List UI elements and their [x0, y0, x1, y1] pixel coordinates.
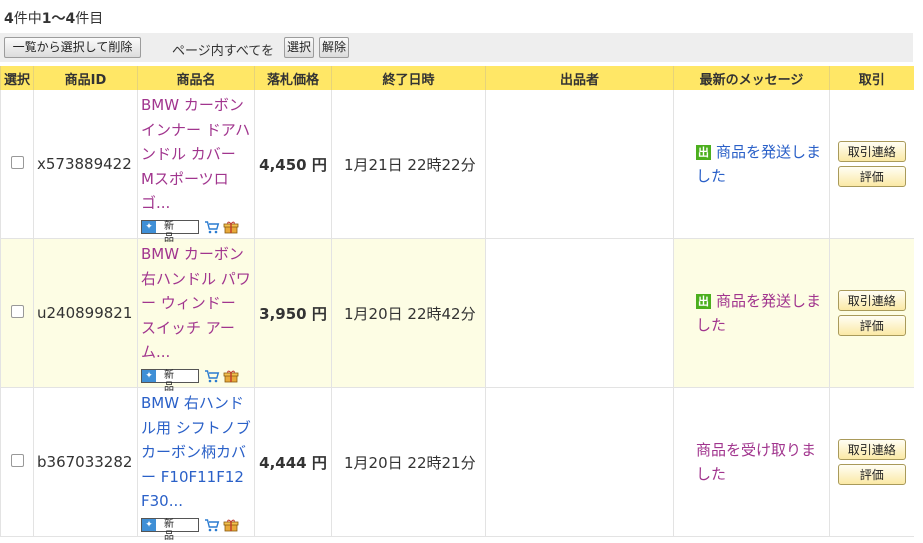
trade-contact-button[interactable]: 取引連絡: [837, 290, 906, 311]
item-price: 3,950 円: [254, 238, 332, 388]
won-items-table: 選択 商品ID 商品名 落札価格 終了日時 出品者 最新のメッセージ 取引 x5…: [0, 66, 914, 542]
trade-cell: 取引連絡 評価: [829, 238, 914, 388]
rate-seller-button[interactable]: 評価: [837, 315, 906, 336]
item-end-time: 1月20日 22時42分: [331, 238, 486, 388]
message-cell: 出商品を発送しました: [673, 238, 830, 388]
latest-message-link[interactable]: 出商品を発送しました: [696, 140, 823, 189]
item-icons: ✦ 新 品: [141, 516, 252, 542]
new-item-badge: ✦ 新 品: [141, 518, 199, 542]
item-icons: ✦ 新 品: [141, 218, 252, 244]
cart-icon: [205, 221, 220, 234]
shipped-icon: 出: [696, 144, 711, 160]
rate-seller-button[interactable]: 評価: [837, 464, 906, 485]
item-name-link[interactable]: BMW 右ハンドル用 シフトノブ カーボン柄カバー F10F11F12F30..…: [141, 391, 252, 514]
item-icons: ✦ 新 品: [141, 367, 252, 393]
cart-icon: [205, 519, 220, 532]
trade-contact-button[interactable]: 取引連絡: [837, 141, 906, 162]
col-end-time: 終了日時: [331, 66, 486, 90]
table-row: x573889422 BMW カーボンインナー ドアハンドル カバー Mスポーツ…: [0, 90, 914, 244]
cart-icon: [205, 370, 220, 383]
page-all-label: ページ内すべてを: [172, 44, 275, 59]
trade-contact-button[interactable]: 取引連絡: [837, 439, 906, 460]
item-id: u240899821: [33, 238, 138, 388]
remove-selected-button[interactable]: 一覧から選択して削除: [4, 37, 141, 58]
bulk-toolbar: 一覧から選択して削除 ページ内すべてを 選択 解除: [0, 33, 913, 62]
item-name-cell: BMW カーボン右ハンドル パワー ウィンドー スイッチ アーム... ✦ 新 品: [137, 238, 255, 393]
item-seller: [485, 387, 674, 537]
trade-cell: 取引連絡 評価: [829, 90, 914, 239]
col-price: 落札価格: [254, 66, 332, 90]
gift-icon: [223, 519, 239, 532]
item-end-time: 1月20日 22時21分: [331, 387, 486, 537]
latest-message-link[interactable]: 商品を受け取りました: [696, 438, 823, 487]
sparkle-icon: ✦: [142, 370, 156, 382]
row-select-cell: [0, 90, 34, 239]
col-item-id: 商品ID: [33, 66, 138, 90]
table-row: u240899821 BMW カーボン右ハンドル パワー ウィンドー スイッチ …: [0, 238, 914, 393]
item-price: 4,444 円: [254, 387, 332, 537]
deselect-all-button[interactable]: 解除: [319, 37, 349, 58]
rate-seller-button[interactable]: 評価: [837, 166, 906, 187]
col-message: 最新のメッセージ: [673, 66, 830, 90]
item-id: x573889422: [33, 90, 138, 239]
item-end-time: 1月21日 22時22分: [331, 90, 486, 239]
new-item-badge: ✦ 新 品: [141, 369, 199, 393]
item-name-cell: BMW カーボンインナー ドアハンドル カバー Mスポーツロゴ... ✦ 新 品: [137, 90, 255, 244]
latest-message-link[interactable]: 出商品を発送しました: [696, 289, 823, 338]
table-header: 選択 商品ID 商品名 落札価格 終了日時 出品者 最新のメッセージ 取引: [0, 66, 914, 90]
gift-icon: [223, 221, 239, 234]
new-item-badge: ✦ 新 品: [141, 220, 199, 244]
row-checkbox[interactable]: [10, 156, 24, 169]
row-select-cell: [0, 238, 34, 388]
col-select: 選択: [0, 66, 34, 90]
col-seller: 出品者: [485, 66, 674, 90]
item-name-cell: BMW 右ハンドル用 シフトノブ カーボン柄カバー F10F11F12F30..…: [137, 387, 255, 542]
item-price: 4,450 円: [254, 90, 332, 239]
sparkle-icon: ✦: [142, 519, 156, 531]
gift-icon: [223, 370, 239, 383]
row-checkbox[interactable]: [10, 454, 24, 467]
result-summary: 4件中1〜4件目: [4, 11, 104, 27]
table-row: b367033282 BMW 右ハンドル用 シフトノブ カーボン柄カバー F10…: [0, 387, 914, 542]
row-select-cell: [0, 387, 34, 537]
select-all-button[interactable]: 選択: [284, 37, 314, 58]
sparkle-icon: ✦: [142, 221, 156, 233]
trade-cell: 取引連絡 評価: [829, 387, 914, 537]
item-name-link[interactable]: BMW カーボン右ハンドル パワー ウィンドー スイッチ アーム...: [141, 242, 252, 365]
item-name-link[interactable]: BMW カーボンインナー ドアハンドル カバー Mスポーツロゴ...: [141, 93, 252, 216]
message-cell: 商品を受け取りました: [673, 387, 830, 537]
item-seller: [485, 90, 674, 239]
row-checkbox[interactable]: [10, 305, 24, 318]
item-seller: [485, 238, 674, 388]
item-id: b367033282: [33, 387, 138, 537]
message-cell: 出商品を発送しました: [673, 90, 830, 239]
col-item-name: 商品名: [137, 66, 255, 90]
shipped-icon: 出: [696, 293, 711, 309]
col-trade: 取引: [829, 66, 914, 90]
